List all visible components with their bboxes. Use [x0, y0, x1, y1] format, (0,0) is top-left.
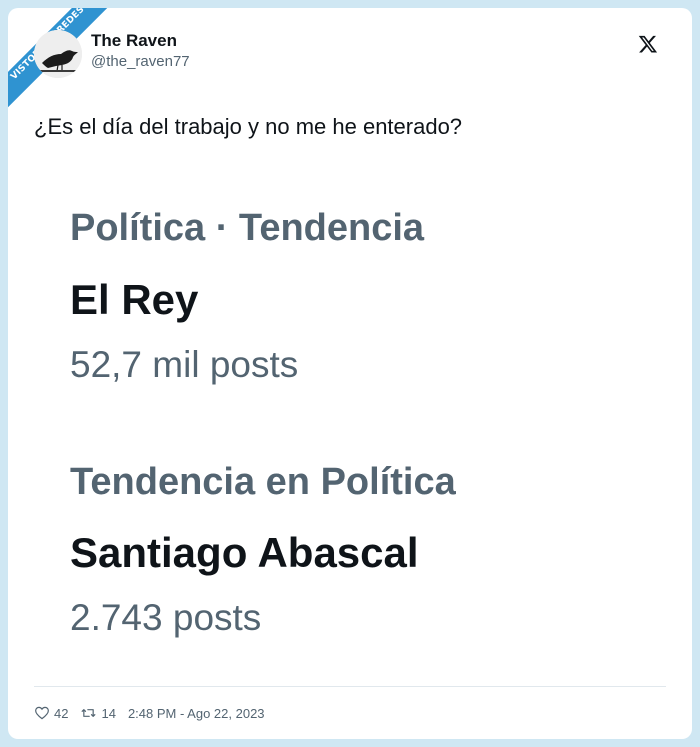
timestamp[interactable]: 2:48 PM - Ago 22, 2023 — [128, 706, 265, 721]
tweet-text: ¿Es el día del trabajo y no me he entera… — [34, 114, 463, 139]
trend-name: El Rey — [70, 276, 199, 323]
trend-name: Santiago Abascal — [70, 529, 419, 576]
retweet-count: 14 — [101, 705, 116, 721]
trend-count: 52,7 mil posts — [70, 344, 299, 385]
divider — [34, 686, 666, 687]
x-logo-icon[interactable] — [638, 34, 658, 54]
avatar[interactable] — [34, 30, 82, 78]
trend-label: Política · Tendencia — [70, 207, 425, 249]
tweet-card: VISTOENLASREDES .com The Raven @the_rave… — [8, 8, 692, 739]
retweet-icon[interactable] — [80, 705, 97, 721]
tweet-footer: 42 14 2:48 PM - Ago 22, 2023 — [34, 705, 265, 721]
raven-avatar-icon — [34, 30, 82, 78]
trend-count: 2.743 posts — [70, 597, 262, 638]
author-name[interactable]: The Raven — [91, 31, 177, 51]
heart-icon[interactable] — [34, 705, 50, 721]
trend-label: Tendencia en Política — [70, 461, 456, 503]
author-handle[interactable]: @the_raven77 — [91, 53, 190, 70]
like-count: 42 — [54, 705, 69, 721]
